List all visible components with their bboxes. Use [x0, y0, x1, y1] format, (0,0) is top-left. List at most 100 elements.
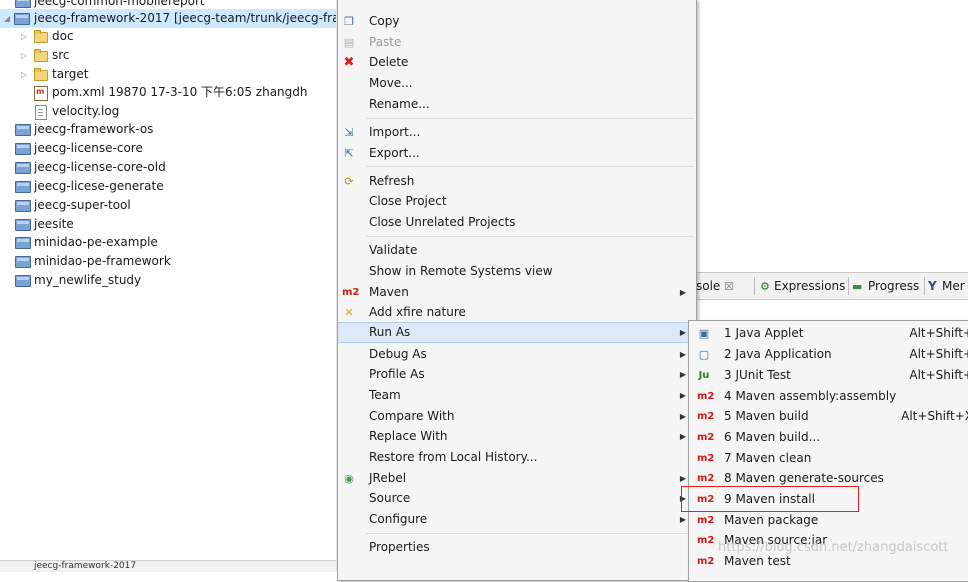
- menu-item-replace-with[interactable]: Replace With ▶: [338, 426, 696, 447]
- menu-item-move[interactable]: Move...: [338, 73, 696, 94]
- menu-item-label: Copy: [369, 14, 400, 28]
- submenu-item-maven-clean[interactable]: m2 7 Maven clean: [689, 448, 968, 469]
- menu-item-import[interactable]: ⇲ Import...: [338, 122, 696, 143]
- tab-memory[interactable]: Y Mer: [928, 277, 965, 295]
- menu-item-label: Source: [369, 491, 411, 505]
- tree-item-label: jeecg-license-core-old: [34, 160, 166, 174]
- tree-item-selected-project[interactable]: ◢ jeecg-framework-2017 [jeecg-team/trunk…: [0, 9, 368, 28]
- expand-arrow-icon[interactable]: ▷: [19, 65, 29, 84]
- tree-item-project[interactable]: minidao-pe-example: [0, 233, 336, 252]
- tree-item-project[interactable]: minidao-pe-framework: [0, 252, 336, 271]
- tree-item-label: jeecg-framework-2017 [jeecg-team/trunk/j…: [34, 11, 369, 25]
- maven-icon: m2: [697, 391, 715, 402]
- submenu-item-label: 1 Java Applet: [724, 326, 804, 340]
- menu-item-close-project[interactable]: Close Project: [338, 191, 696, 212]
- submenu-item-maven-build-dialog[interactable]: m2 6 Maven build...: [689, 427, 968, 448]
- tree-item-doc[interactable]: ▷ doc: [0, 27, 336, 46]
- submenu-item-label: 6 Maven build...: [724, 430, 821, 444]
- tree-item-project[interactable]: jeesite: [0, 215, 336, 234]
- submenu-item-java-application[interactable]: ▢ 2 Java Application Alt+Shift+: [689, 344, 968, 365]
- menu-item-run-as[interactable]: Run As ▶: [338, 322, 696, 343]
- close-icon[interactable]: ☒: [724, 280, 734, 293]
- menu-item-validate[interactable]: Validate: [338, 240, 696, 261]
- submenu-item-maven-package[interactable]: m2 Maven package: [689, 510, 968, 531]
- tab-console[interactable]: sole ☒: [696, 277, 734, 295]
- menu-item-label: Paste: [369, 35, 402, 49]
- tree-item-project[interactable]: jeecg-license-core-old: [0, 158, 336, 177]
- menu-item-rename[interactable]: Rename...: [338, 94, 696, 115]
- menu-item-source[interactable]: Source ▶: [338, 488, 696, 509]
- watermark-text: https://blog.csdn.net/zhangdaiscott: [718, 540, 949, 555]
- tree-item-project[interactable]: jeecg-framework-os: [0, 120, 336, 139]
- menu-item-close-unrelated[interactable]: Close Unrelated Projects: [338, 212, 696, 233]
- menu-item-label: Team: [369, 388, 401, 402]
- menu-item-add-xfire[interactable]: ✕ Add xfire nature: [338, 302, 696, 323]
- tree-item-label: target: [52, 67, 89, 81]
- project-explorer: jeecg-common-mobilereport ◢ jeecg-framew…: [0, 0, 368, 560]
- submenu-arrow-icon: ▶: [679, 412, 686, 421]
- expand-arrow-icon[interactable]: ▷: [19, 27, 29, 46]
- menu-item-label: Restore from Local History...: [369, 450, 538, 464]
- menu-item-team[interactable]: Team ▶: [338, 385, 696, 406]
- maven-icon: m2: [697, 535, 715, 546]
- menu-item-maven[interactable]: m2 Maven ▶: [338, 282, 696, 303]
- tab-progress[interactable]: ▬ Progress: [852, 277, 919, 295]
- tree-item-project[interactable]: my_newlife_study: [0, 271, 336, 290]
- menu-item-configure[interactable]: Configure ▶: [338, 509, 696, 530]
- menu-item-compare-with[interactable]: Compare With ▶: [338, 406, 696, 427]
- tree-item-velocity-log[interactable]: velocity.log: [0, 102, 336, 121]
- menu-item-label: Properties: [369, 540, 430, 554]
- menu-item-label: Add xfire nature: [369, 305, 466, 319]
- menu-item-show-remote[interactable]: Show in Remote Systems view: [338, 261, 696, 282]
- progress-icon: ▬: [852, 280, 863, 293]
- expressions-icon: ⚙: [760, 280, 770, 293]
- collapse-arrow-icon[interactable]: ◢: [2, 9, 12, 28]
- menu-item-delete[interactable]: ✖ Delete: [338, 52, 696, 73]
- menu-item-refresh[interactable]: ⟳ Refresh: [338, 171, 696, 192]
- menu-item-label: Export...: [369, 146, 420, 160]
- tab-expressions[interactable]: ⚙ Expressions: [760, 277, 845, 295]
- tree-item-project[interactable]: jeecg-license-core: [0, 139, 336, 158]
- submenu-item-java-applet[interactable]: ▣ 1 Java Applet Alt+Shift+: [689, 323, 968, 344]
- expand-arrow-icon[interactable]: ▷: [19, 46, 29, 65]
- tab-label: Mer: [942, 279, 965, 293]
- menu-item-label: Delete: [369, 55, 409, 69]
- copy-icon: ❐: [344, 15, 354, 28]
- submenu-arrow-icon: ▶: [679, 370, 686, 379]
- refresh-icon: ⟳: [344, 175, 354, 188]
- import-icon: ⇲: [344, 126, 354, 139]
- submenu-item-maven-build[interactable]: m2 5 Maven build Alt+Shift+X: [689, 406, 968, 427]
- tree-item-target[interactable]: ▷ target: [0, 65, 336, 84]
- menu-item-copy[interactable]: ❐ Copy: [338, 11, 696, 32]
- project-icon: [14, 13, 30, 25]
- tree-item-src[interactable]: ▷ src: [0, 46, 336, 65]
- submenu-item-maven-assembly[interactable]: m2 4 Maven assembly:assembly: [689, 386, 968, 407]
- submenu-arrow-icon: ▶: [679, 391, 686, 400]
- project-icon: [15, 256, 31, 268]
- menu-item-export[interactable]: ⇱ Export...: [338, 143, 696, 164]
- memory-icon: Y: [928, 279, 937, 293]
- submenu-arrow-icon: ▶: [679, 515, 686, 524]
- menu-item-debug-as[interactable]: Debug As ▶: [338, 344, 696, 365]
- folder-icon: [34, 68, 48, 81]
- tree-item-label: jeecg-framework-os: [34, 122, 154, 136]
- tree-item-project[interactable]: jeecg-super-tool: [0, 196, 336, 215]
- menu-item-label: Show in Remote Systems view: [369, 264, 553, 278]
- menu-item-jrebel[interactable]: ◉ JRebel ▶: [338, 468, 696, 489]
- menu-item-properties[interactable]: Properties: [338, 537, 696, 558]
- menu-item-restore-history[interactable]: Restore from Local History...: [338, 447, 696, 468]
- submenu-item-junit-test[interactable]: Ju 3 JUnit Test Alt+Shift+: [689, 365, 968, 386]
- java-app-icon: ▢: [698, 348, 710, 361]
- tree-item-pom[interactable]: pom.xml 19870 17-3-10 下午6:05 zhangdh: [0, 83, 336, 102]
- tree-item-project[interactable]: jeecg-licese-generate: [0, 177, 336, 196]
- menu-item-profile-as[interactable]: Profile As ▶: [338, 364, 696, 385]
- tree-item-label: my_newlife_study: [34, 273, 142, 287]
- status-text: jeecg-framework-2017: [34, 561, 137, 571]
- menu-item-paste[interactable]: ▤ Paste: [338, 32, 696, 53]
- shortcut-text: Alt+Shift+X: [901, 409, 968, 423]
- bottom-status-strip: jeecg-framework-2017: [0, 560, 336, 572]
- paste-icon: ▤: [343, 36, 355, 49]
- menu-item-label: Move...: [369, 76, 413, 90]
- project-icon: [15, 162, 31, 174]
- menu-item-label: Configure: [369, 512, 428, 526]
